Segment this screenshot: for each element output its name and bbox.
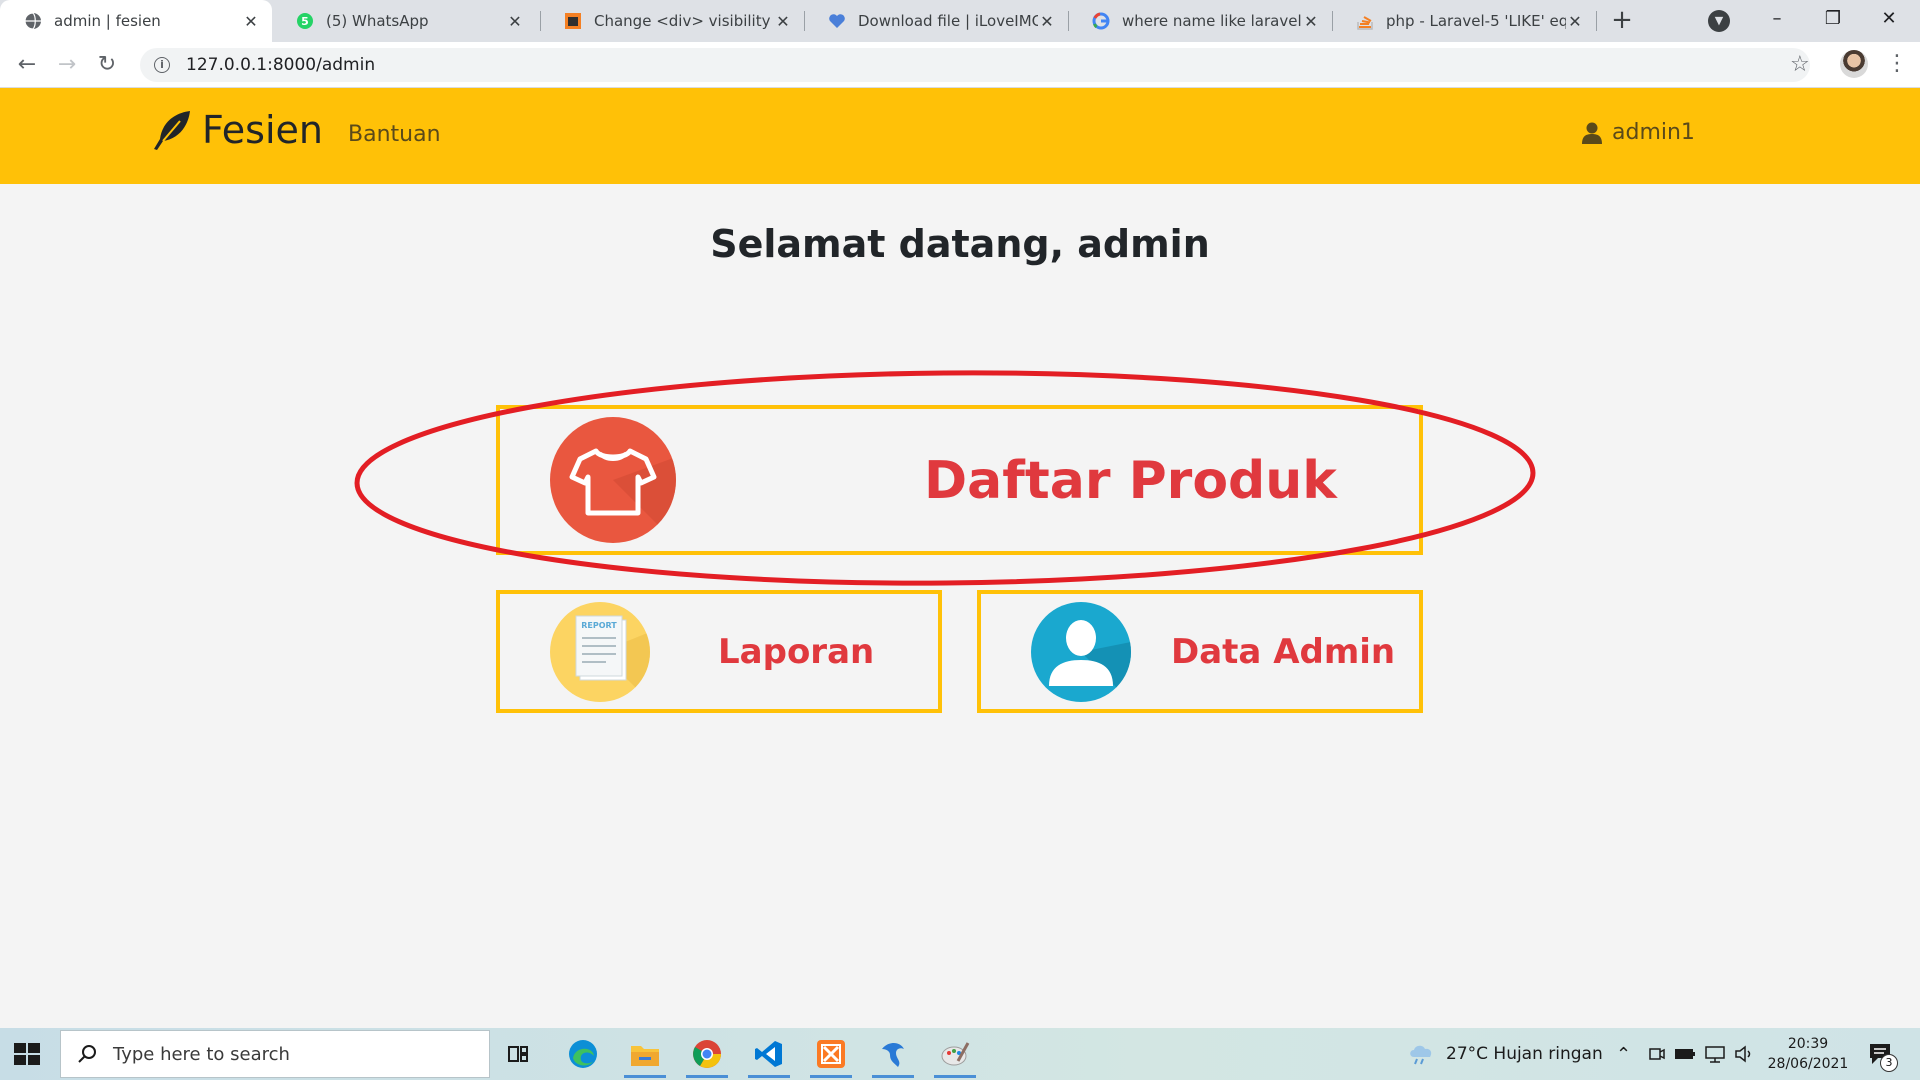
- report-icon-text: REPORT: [581, 621, 617, 630]
- tab-change-div-visibility[interactable]: Change <div> visibility dyn ✕: [540, 0, 804, 42]
- url-text: 127.0.0.1:8000/admin: [186, 55, 376, 75]
- tray-overflow-icon[interactable]: ⌃: [1616, 1028, 1631, 1080]
- user-name: admin1: [1612, 120, 1695, 145]
- data-admin-label: Data Admin: [1171, 632, 1396, 672]
- search-placeholder: Type here to search: [113, 1043, 290, 1065]
- network-icon[interactable]: [1704, 1028, 1726, 1080]
- stackoverflow-icon: [1356, 12, 1374, 30]
- nav-link-bantuan[interactable]: Bantuan: [348, 122, 441, 147]
- meet-now-icon[interactable]: [1648, 1028, 1666, 1080]
- task-view-icon[interactable]: [494, 1030, 544, 1078]
- tab-close-icon[interactable]: ✕: [242, 12, 260, 31]
- weather-text: 27°C Hujan ringan: [1446, 1044, 1603, 1064]
- user-menu[interactable]: admin1: [1582, 120, 1695, 145]
- tab-title: Download file | iLoveIMG: [858, 12, 1038, 30]
- whatsapp-icon: 5: [296, 12, 314, 30]
- page-title: Selamat datang, admin: [710, 222, 1210, 266]
- tab-search-icon[interactable]: ▼: [1708, 10, 1730, 32]
- tab-divider: [1596, 11, 1597, 31]
- vscode-icon[interactable]: [744, 1030, 794, 1078]
- new-tab-button[interactable]: +: [1606, 6, 1638, 36]
- edge-icon[interactable]: [558, 1030, 608, 1078]
- dbeaver-icon[interactable]: [868, 1030, 918, 1078]
- site-navbar: Fesien Bantuan admin1: [0, 88, 1920, 184]
- browser-toolbar: ← → ↻ i 127.0.0.1:8000/admin ☆ ⋮: [0, 42, 1920, 88]
- weather-widget[interactable]: 27°C Hujan ringan: [1408, 1028, 1603, 1080]
- back-arrow-icon[interactable]: ←: [12, 50, 42, 80]
- xampp-icon[interactable]: [806, 1030, 856, 1078]
- stackoverflow-icon: [564, 12, 582, 30]
- tab-title: php - Laravel-5 'LIKE' equiva: [1386, 12, 1566, 30]
- battery-icon[interactable]: [1674, 1028, 1696, 1080]
- feather-icon: [154, 111, 190, 150]
- taskbar-clock[interactable]: 20:39 28/06/2021: [1760, 1034, 1856, 1074]
- paint-icon[interactable]: [930, 1030, 980, 1078]
- laporan-card[interactable]: REPORT Laporan: [496, 590, 942, 713]
- tab-title: admin | fesien: [54, 12, 161, 30]
- close-window-button[interactable]: ✕: [1862, 0, 1916, 38]
- user-icon: [1582, 122, 1602, 144]
- browser-tab-strip: admin | fesien ✕ 5 (5) WhatsApp ✕ Change…: [0, 0, 1920, 42]
- tab-iloveimg[interactable]: Download file | iLoveIMG ✕: [804, 0, 1068, 42]
- maximize-button[interactable]: ❐: [1806, 0, 1860, 38]
- forward-arrow-icon[interactable]: →: [52, 50, 82, 80]
- tab-whatsapp[interactable]: 5 (5) WhatsApp ✕: [272, 0, 536, 42]
- ilovimg-heart-icon: [828, 12, 846, 30]
- site-info-icon[interactable]: i: [154, 57, 170, 73]
- volume-icon[interactable]: [1734, 1028, 1754, 1080]
- google-g-icon: [1092, 12, 1110, 30]
- user-silhouette-icon: [1031, 602, 1131, 702]
- svg-text:5: 5: [301, 15, 309, 28]
- clock-time: 20:39: [1787, 1036, 1829, 1052]
- rain-cloud-icon: [1410, 1045, 1432, 1065]
- tab-title: where name like laravel - Pe: [1122, 12, 1302, 30]
- brand-name: Fesien: [202, 108, 323, 152]
- data-admin-card[interactable]: Data Admin: [977, 590, 1423, 713]
- minimize-button[interactable]: –: [1750, 0, 1804, 38]
- reload-icon[interactable]: ↻: [92, 50, 122, 80]
- brand-link[interactable]: Fesien: [150, 108, 323, 152]
- notification-count-badge: 3: [1880, 1054, 1898, 1072]
- chrome-icon[interactable]: [682, 1030, 732, 1078]
- browser-menu-icon[interactable]: ⋮: [1886, 50, 1908, 78]
- bookmark-star-icon[interactable]: ☆: [1790, 52, 1810, 78]
- windows-start-icon[interactable]: [12, 1040, 48, 1068]
- file-explorer-icon[interactable]: [620, 1030, 670, 1078]
- tab-close-icon[interactable]: ✕: [1566, 12, 1584, 31]
- tab-close-icon[interactable]: ✕: [506, 12, 524, 31]
- tab-google-search[interactable]: where name like laravel - Pe ✕: [1068, 0, 1332, 42]
- search-icon: [78, 1045, 96, 1063]
- clock-date: 28/06/2021: [1767, 1056, 1849, 1072]
- address-bar[interactable]: i 127.0.0.1:8000/admin: [140, 48, 1810, 82]
- tab-close-icon[interactable]: ✕: [1302, 12, 1320, 31]
- tab-close-icon[interactable]: ✕: [1038, 12, 1056, 31]
- taskbar-search-input[interactable]: Type here to search: [60, 1030, 490, 1078]
- laporan-label: Laporan: [718, 632, 875, 672]
- profile-avatar[interactable]: [1840, 50, 1868, 78]
- report-document-icon: REPORT: [550, 602, 650, 702]
- tab-admin-fesien[interactable]: admin | fesien ✕: [0, 0, 272, 42]
- globe-icon: [24, 12, 42, 30]
- daftar-produk-card[interactable]: Daftar Produk: [496, 405, 1423, 555]
- tab-title: (5) WhatsApp: [326, 12, 429, 30]
- tab-close-icon[interactable]: ✕: [774, 12, 792, 31]
- daftar-produk-label: Daftar Produk: [924, 451, 1337, 511]
- tab-title: Change <div> visibility dyn: [594, 12, 774, 30]
- tab-laravel-like[interactable]: php - Laravel-5 'LIKE' equiva ✕: [1332, 0, 1596, 42]
- tshirt-icon: [550, 417, 676, 543]
- windows-taskbar: Type here to search 27°C Hujan ringan ⌃: [0, 1028, 1920, 1080]
